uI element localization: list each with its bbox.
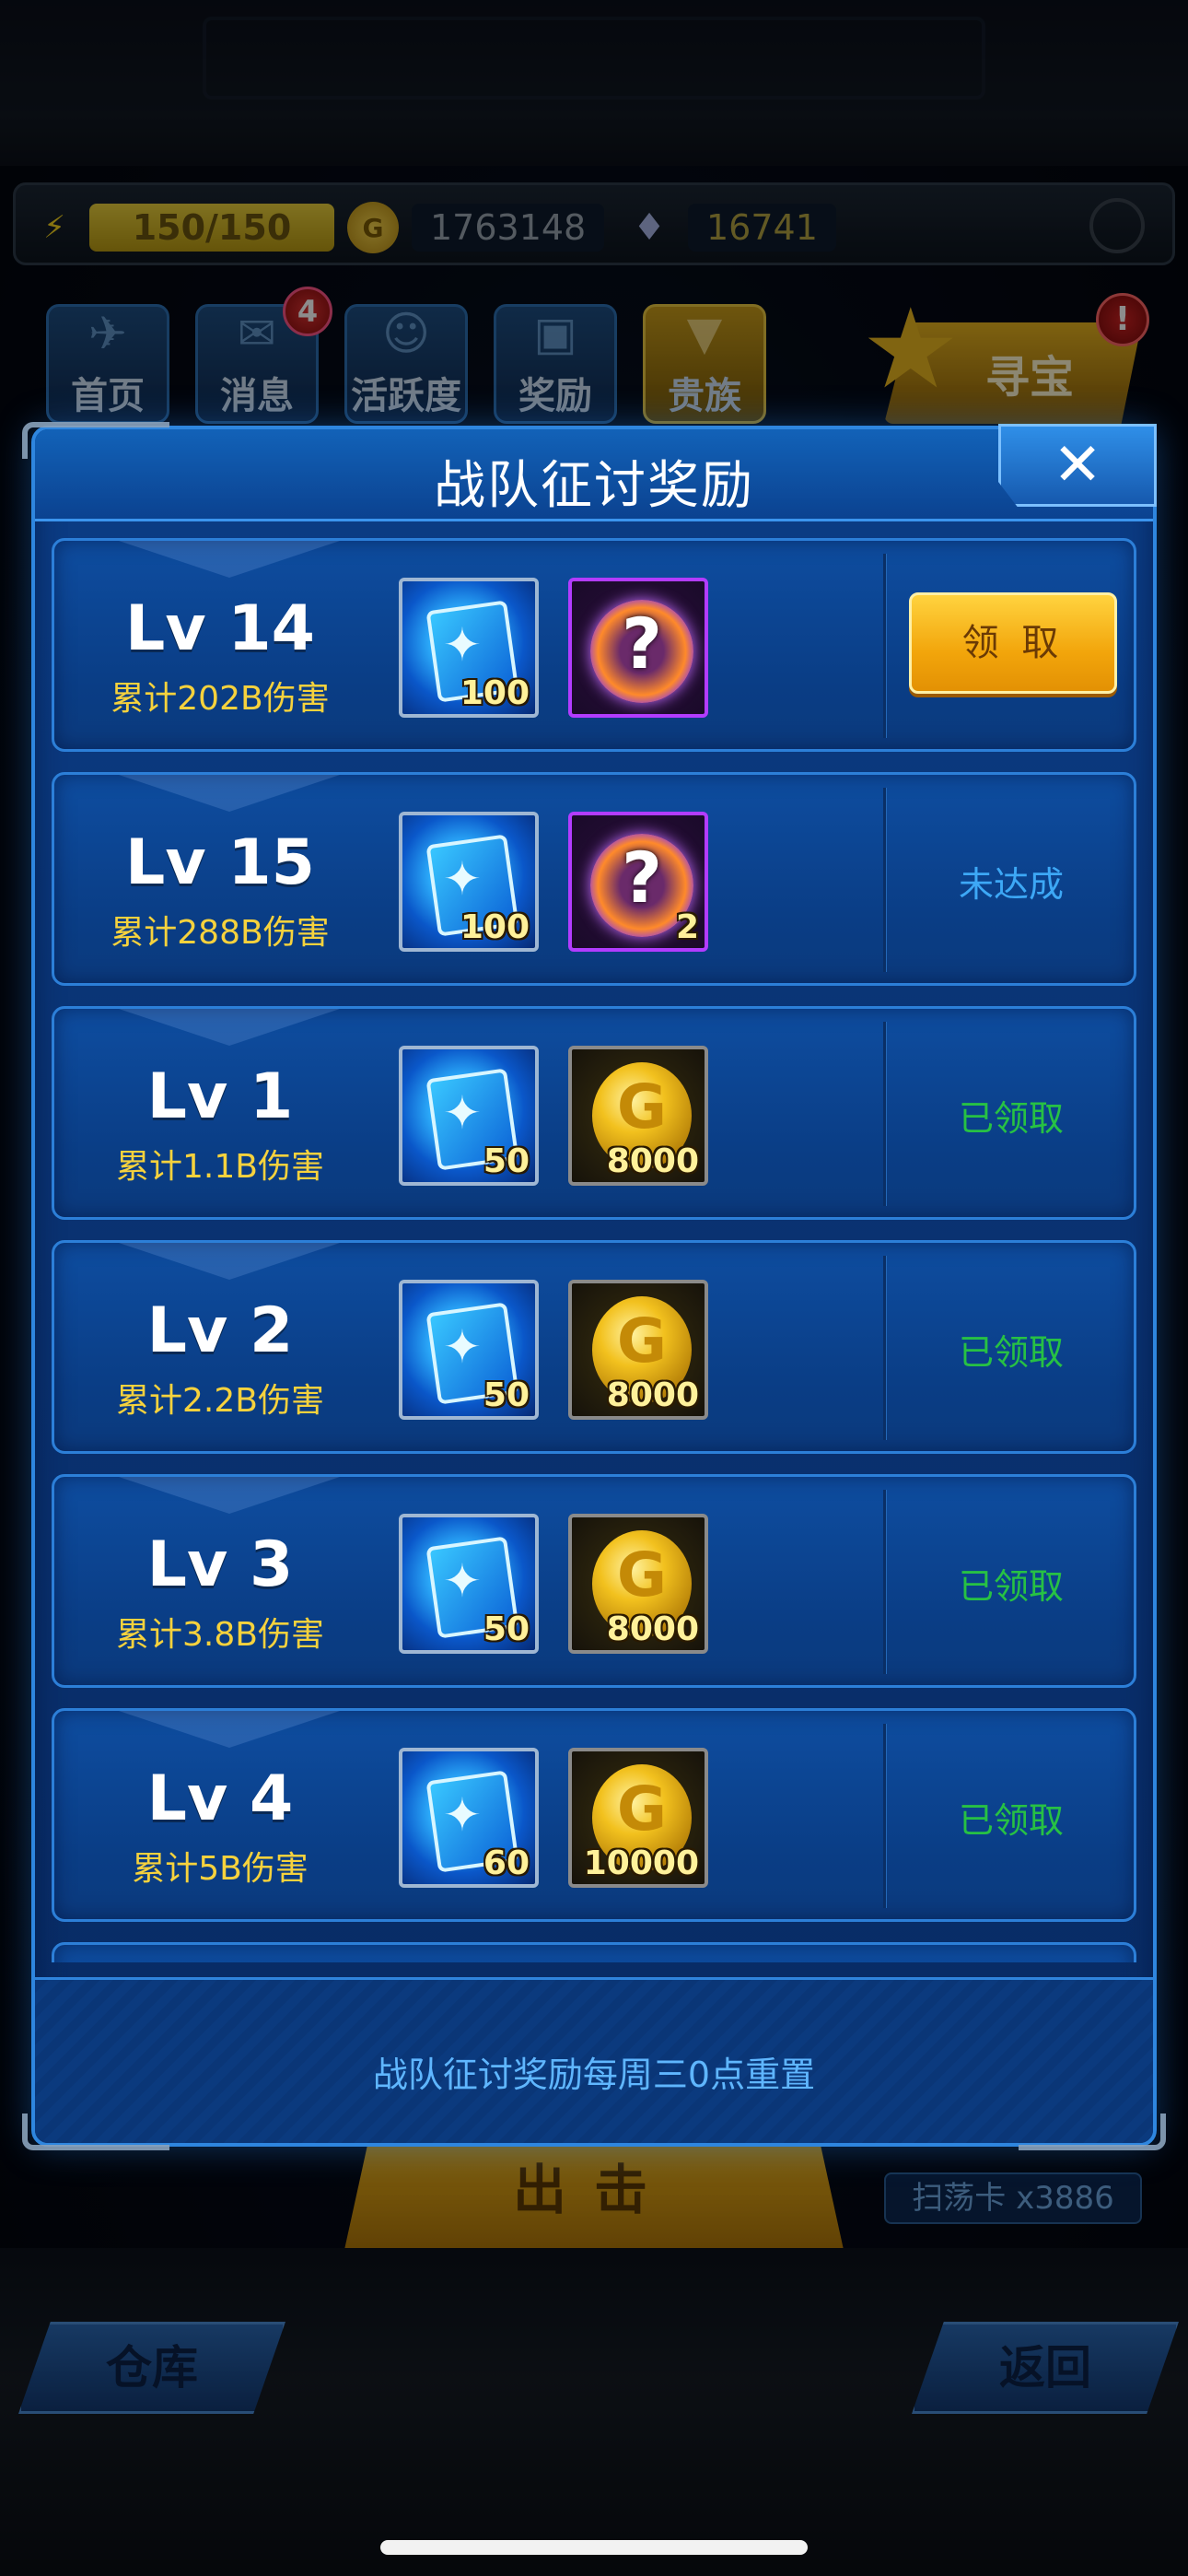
- coin-g-icon: G: [616, 1540, 668, 1610]
- dialog-footer: 战队征讨奖励每周三0点重置: [35, 1977, 1153, 2143]
- wings-icon: ✦: [443, 1788, 482, 1842]
- damage-requirement: 累计1.1B伤害: [116, 1148, 324, 1186]
- coin-g-icon: G: [616, 1774, 668, 1844]
- damage-requirement: 累计2.2B伤害: [116, 1382, 324, 1420]
- reward-row: Lv 14 累计202B伤害 ✦ 100 ? 领 取: [52, 538, 1136, 752]
- row-divider: [883, 1490, 886, 1674]
- claim-button[interactable]: 领 取: [909, 592, 1117, 694]
- item-count: 8000: [606, 1142, 699, 1181]
- reward-level: Lv 4: [146, 1762, 294, 1835]
- card-reward-item[interactable]: ✦ 100: [399, 578, 539, 718]
- item-count: 8000: [606, 1376, 699, 1415]
- row-divider: [883, 788, 886, 972]
- coin-reward-item[interactable]: G 8000: [568, 1046, 708, 1186]
- reward-level: Lv 2: [146, 1294, 294, 1367]
- status-claimed: 已领取: [958, 1332, 1064, 1373]
- reward-row: Lv 4 累计5B伤害 ✦ 60 G 10000 已领取: [52, 1708, 1136, 1922]
- card-reward-item[interactable]: ✦ 50: [399, 1514, 539, 1654]
- reward-row: Lv 1 累计1.1B伤害 ✦ 50 G 8000 已领取: [52, 1006, 1136, 1220]
- wings-icon: ✦: [443, 852, 482, 906]
- card-reward-item[interactable]: ✦ 100: [399, 812, 539, 952]
- wings-icon: ✦: [443, 1086, 482, 1140]
- reset-note: 战队征讨奖励每周三0点重置: [372, 2055, 816, 2095]
- row-divider: [883, 1724, 886, 1908]
- reward-row: Lv 2 累计2.2B伤害 ✦ 50 G 8000 已领取: [52, 1240, 1136, 1454]
- row-divider: [883, 1256, 886, 1440]
- reward-row: [52, 1942, 1136, 1962]
- row-divider: [883, 1022, 886, 1206]
- close-button[interactable]: ✕: [998, 424, 1157, 507]
- wings-icon: ✦: [443, 1554, 482, 1608]
- item-count: 2: [675, 908, 699, 947]
- item-count: 50: [483, 1376, 530, 1415]
- damage-requirement: 累计5B伤害: [132, 1850, 309, 1888]
- close-icon: ✕: [1053, 431, 1102, 499]
- item-count: 60: [483, 1844, 530, 1883]
- row-divider: [883, 554, 886, 738]
- damage-requirement: 累计202B伤害: [111, 680, 330, 718]
- item-count: 50: [483, 1142, 530, 1181]
- item-count: 100: [460, 674, 530, 713]
- card-reward-item[interactable]: ✦ 50: [399, 1046, 539, 1186]
- mystery-reward-item[interactable]: ? 2: [568, 812, 708, 952]
- item-count: 50: [483, 1610, 530, 1649]
- coin-reward-item[interactable]: G 10000: [568, 1748, 708, 1888]
- reward-list[interactable]: Lv 14 累计202B伤害 ✦ 100 ? 领 取 Lv 15 累计288B伤…: [52, 525, 1136, 1962]
- status-claimed: 已领取: [958, 1098, 1064, 1139]
- damage-requirement: 累计3.8B伤害: [116, 1616, 324, 1654]
- coin-reward-item[interactable]: G 8000: [568, 1514, 708, 1654]
- wings-icon: ✦: [443, 618, 482, 672]
- home-indicator[interactable]: [380, 2540, 808, 2555]
- status-claimed: 已领取: [958, 1566, 1064, 1607]
- wings-icon: ✦: [443, 1320, 482, 1374]
- card-reward-item[interactable]: ✦ 60: [399, 1748, 539, 1888]
- reward-row: Lv 15 累计288B伤害 ✦ 100 ? 2 未达成: [52, 772, 1136, 986]
- question-mark-icon: ?: [621, 837, 663, 919]
- item-count: 10000: [583, 1844, 699, 1883]
- card-reward-item[interactable]: ✦ 50: [399, 1280, 539, 1420]
- mystery-reward-item[interactable]: ?: [568, 578, 708, 718]
- question-mark-icon: ?: [621, 603, 663, 685]
- dialog-title: 战队征讨奖励: [434, 456, 754, 516]
- team-expedition-rewards-dialog: 战队征讨奖励 ✕ Lv 14 累计202B伤害 ✦ 100 ? 领 取 Lv 1…: [22, 422, 1166, 2150]
- reward-level: Lv 3: [146, 1528, 294, 1601]
- item-count: 100: [460, 908, 530, 947]
- coin-g-icon: G: [616, 1071, 668, 1142]
- reward-level: Lv 1: [146, 1060, 294, 1133]
- reward-level: Lv 14: [125, 592, 315, 665]
- coin-reward-item[interactable]: G 8000: [568, 1280, 708, 1420]
- damage-requirement: 累计288B伤害: [111, 914, 330, 952]
- coin-g-icon: G: [616, 1306, 668, 1376]
- reward-level: Lv 15: [125, 826, 315, 899]
- status-not-reached: 未达成: [958, 864, 1064, 905]
- status-claimed: 已领取: [958, 1800, 1064, 1841]
- dialog-header: 战队征讨奖励 ✕: [35, 424, 1157, 521]
- reward-row: Lv 3 累计3.8B伤害 ✦ 50 G 8000 已领取: [52, 1474, 1136, 1688]
- item-count: 8000: [606, 1610, 699, 1649]
